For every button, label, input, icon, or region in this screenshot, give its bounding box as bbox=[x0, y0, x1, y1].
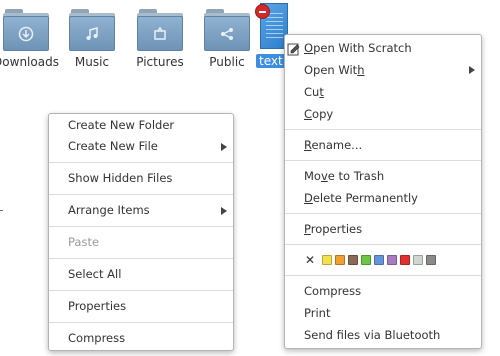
edge-mark bbox=[0, 210, 3, 211]
submenu-arrow-icon bbox=[469, 66, 475, 74]
menu-separator bbox=[285, 213, 481, 214]
menu-separator bbox=[49, 194, 233, 195]
cut-item[interactable]: Cut bbox=[285, 81, 481, 103]
desktop-context-menu: Create New Folder Create New File Show H… bbox=[48, 113, 234, 351]
menu-separator bbox=[285, 129, 481, 130]
menu-separator bbox=[285, 160, 481, 161]
scratch-editor-icon bbox=[287, 41, 301, 56]
color-swatch-gray[interactable] bbox=[426, 255, 436, 265]
color-swatch-red[interactable] bbox=[400, 255, 410, 265]
desktop-compress-item[interactable]: Compress bbox=[49, 328, 233, 349]
clear-color-icon[interactable]: ✕ bbox=[305, 254, 315, 266]
copy-item[interactable]: Copy bbox=[285, 103, 481, 125]
menu-separator bbox=[49, 290, 233, 291]
show-hidden-files-item[interactable]: Show Hidden Files bbox=[49, 168, 233, 189]
create-new-file-item[interactable]: Create New File bbox=[49, 136, 233, 157]
selected-file-label[interactable]: text bbox=[256, 54, 286, 68]
color-tag-row: ✕ bbox=[285, 249, 481, 271]
color-swatch-yellow[interactable] bbox=[322, 255, 332, 265]
color-swatch-blue[interactable] bbox=[374, 255, 384, 265]
move-to-trash-item[interactable]: Move to Trash bbox=[285, 165, 481, 187]
open-with-scratch-item[interactable]: Open With Scratch bbox=[285, 37, 481, 59]
color-swatch-orange[interactable] bbox=[335, 255, 345, 265]
send-via-bluetooth-item[interactable]: Send files via Bluetooth bbox=[285, 324, 481, 346]
color-swatch-green[interactable] bbox=[361, 255, 371, 265]
color-swatch-brown[interactable] bbox=[348, 255, 358, 265]
submenu-arrow-icon bbox=[221, 143, 227, 151]
file-context-menu: Open With Scratch Open With Cut Copy Ren… bbox=[284, 34, 482, 349]
arrange-items-item[interactable]: Arrange Items bbox=[49, 200, 233, 221]
create-new-folder-item[interactable]: Create New Folder bbox=[49, 115, 233, 136]
menu-separator bbox=[285, 244, 481, 245]
public-label: Public bbox=[209, 55, 245, 69]
open-with-item[interactable]: Open With bbox=[285, 59, 481, 81]
rename-item[interactable]: Rename... bbox=[285, 134, 481, 156]
desktop-properties-item[interactable]: Properties bbox=[49, 296, 233, 317]
submenu-arrow-icon bbox=[221, 207, 227, 215]
menu-separator bbox=[49, 226, 233, 227]
menu-separator bbox=[49, 162, 233, 163]
download-folder-icon bbox=[3, 9, 49, 51]
public-folder-icon bbox=[204, 9, 250, 51]
file-compress-item[interactable]: Compress bbox=[285, 280, 481, 302]
delete-permanently-item[interactable]: Delete Permanently bbox=[285, 187, 481, 209]
pictures-folder-icon bbox=[137, 9, 183, 51]
menu-separator bbox=[49, 322, 233, 323]
file-properties-item[interactable]: Properties bbox=[285, 218, 481, 240]
music-folder-icon bbox=[69, 9, 115, 51]
paste-item: Paste bbox=[68, 235, 100, 249]
select-all-item[interactable]: Select All bbox=[49, 264, 233, 285]
color-swatch-purple[interactable] bbox=[387, 255, 397, 265]
color-swatch-light-gray[interactable] bbox=[413, 255, 423, 265]
menu-separator bbox=[49, 258, 233, 259]
public-folder[interactable]: Public bbox=[187, 6, 267, 72]
print-item[interactable]: Print bbox=[285, 302, 481, 324]
menu-separator bbox=[285, 275, 481, 276]
remove-selection-icon[interactable] bbox=[255, 4, 270, 19]
